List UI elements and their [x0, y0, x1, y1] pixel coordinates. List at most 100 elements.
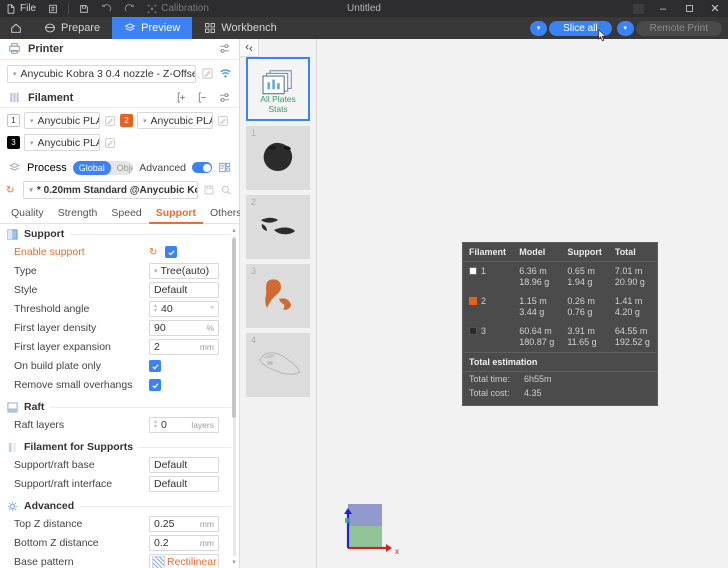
preview-canvas[interactable]: Filament Model Support Total 1 6.36 m 18…: [316, 39, 728, 568]
filament-preset-select[interactable]: ▾ Anycubic PLA: [24, 112, 100, 130]
scrollbar-thumb[interactable]: [232, 238, 236, 418]
wifi-icon[interactable]: [219, 67, 232, 80]
plate-thumbnail-1[interactable]: 1: [246, 126, 310, 190]
printer-preset-select[interactable]: ▾ Anycubic Kobra 3 0.4 nozzle - Z-Offset…: [7, 64, 196, 83]
threshold-angle-stepper[interactable]: ▴ ▾ 40 °: [149, 301, 219, 317]
add-filament-icon[interactable]: [176, 91, 189, 104]
tab-preview-label: Preview: [141, 22, 181, 34]
reset-icon[interactable]: ↻: [6, 185, 14, 196]
on-build-plate-only-checkbox[interactable]: [149, 360, 161, 372]
list-menu-button[interactable]: [42, 0, 64, 17]
top-z-distance-input[interactable]: 0.25 mm: [149, 516, 219, 532]
home-button[interactable]: [0, 17, 32, 39]
filament-preset-select[interactable]: ▾ Anycubic PLA: [137, 112, 213, 130]
scroll-down-icon[interactable]: ▾: [230, 558, 238, 566]
bottom-z-distance-input[interactable]: 0.2 mm: [149, 535, 219, 551]
slice-all-dropdown-icon[interactable]: ▾: [530, 20, 548, 36]
subtab-support[interactable]: Support: [148, 204, 204, 224]
enable-support-checkbox[interactable]: [165, 246, 178, 258]
remote-print-dropdown-icon[interactable]: ▾: [616, 20, 634, 36]
filament-preset-select[interactable]: ▾ Anycubic PLA: [24, 134, 100, 152]
tab-workbench[interactable]: Workbench: [192, 17, 288, 39]
filament-section-title: Filament: [28, 91, 74, 104]
remote-print-label[interactable]: Remote Print: [635, 20, 722, 36]
stats-filament-index: 1: [481, 266, 487, 276]
close-button[interactable]: ✕: [702, 0, 728, 17]
redo-button[interactable]: [118, 0, 141, 17]
sliders-icon[interactable]: [218, 42, 231, 55]
unit-label: mm: [199, 342, 214, 352]
plate-thumbnail-3[interactable]: 3: [246, 264, 310, 328]
maximize-button[interactable]: [676, 0, 702, 17]
reset-icon[interactable]: ↻: [149, 247, 157, 258]
stats-support-cell: 0.65 m 1.94 g: [561, 262, 609, 293]
filament-sliders-icon[interactable]: [218, 91, 231, 104]
app-window: Untitled File Calibration – ✕ Prepare Pr…: [0, 0, 728, 568]
collapse-panel-button[interactable]: [240, 39, 259, 57]
prepare-icon: [44, 22, 56, 34]
filament-color-badge[interactable]: 1: [7, 114, 20, 128]
plate-thumbnail-2[interactable]: 2: [246, 195, 310, 259]
all-plates-line1: All Plates: [260, 94, 296, 104]
file-menu-button[interactable]: File: [0, 0, 42, 17]
toolbar-divider: [68, 3, 70, 14]
scroll-up-icon[interactable]: ▴: [230, 226, 238, 234]
subtab-strength[interactable]: Strength: [51, 204, 105, 224]
param-label: Remove small overhangs: [14, 379, 133, 391]
undo-button[interactable]: [95, 0, 118, 17]
edit-icon[interactable]: [104, 137, 116, 149]
support-raft-interface-input[interactable]: Default: [149, 476, 219, 492]
raft-layers-stepper[interactable]: ▴ ▾ 0 layers: [149, 417, 219, 433]
remote-print-button[interactable]: ▾ Remote Print: [616, 20, 722, 36]
group-title: Support: [24, 228, 65, 240]
tab-preview[interactable]: Preview: [112, 17, 193, 39]
calibration-button[interactable]: Calibration: [141, 0, 215, 17]
tab-prepare[interactable]: Prepare: [32, 17, 112, 39]
stats-model-cell: 6.36 m 18.96 g: [513, 262, 561, 293]
save-button[interactable]: [73, 0, 95, 17]
support-raft-base-input[interactable]: Default: [149, 457, 219, 473]
redo-icon: [124, 3, 135, 14]
support-type-select[interactable]: ▾ Tree(auto): [149, 263, 219, 279]
scope-objects-option[interactable]: Objects: [111, 161, 134, 175]
process-scope-toggle[interactable]: Global Objects: [72, 160, 134, 175]
filament-color-badge[interactable]: 3: [7, 136, 20, 150]
filament-slot-1[interactable]: 1 ▾ Anycubic PLA: [7, 112, 116, 130]
edit-icon[interactable]: [201, 67, 214, 80]
subtab-speed[interactable]: Speed: [104, 204, 148, 224]
title-bar-left-group: File Calibration: [0, 0, 215, 17]
first-layer-density-input[interactable]: 90 %: [149, 320, 219, 336]
compare-icon[interactable]: [218, 161, 231, 174]
base-pattern-select[interactable]: Rectilinear: [149, 554, 219, 568]
spinner-icon[interactable]: ▴ ▾: [154, 419, 157, 430]
advanced-toggle[interactable]: [192, 162, 212, 174]
filament-slot-2[interactable]: 2 ▾ Anycubic PLA: [120, 112, 229, 130]
plate-thumbnail-4[interactable]: 4: [246, 333, 310, 397]
group-rule: [139, 446, 231, 448]
tab-workbench-label: Workbench: [221, 22, 277, 34]
plate-all-plates-stats[interactable]: All Plates Stats: [246, 57, 310, 121]
spinner-icon[interactable]: ▴ ▾: [154, 303, 157, 314]
support-style-input[interactable]: Default: [149, 282, 219, 298]
save-preset-icon[interactable]: [203, 184, 215, 196]
minimize-button[interactable]: –: [650, 0, 676, 17]
parameter-scrollbar[interactable]: ▴ ▾: [230, 226, 238, 566]
subtab-quality[interactable]: Quality: [4, 204, 51, 224]
first-layer-expansion-input[interactable]: 2 mm: [149, 339, 219, 355]
stats-total-length: 1.41 m: [614, 296, 643, 306]
process-preset-select[interactable]: ▾ * 0.20mm Standard @Anycubic Kobra 3 0…: [23, 181, 198, 199]
param-value: ▴ ▾ 40 °: [149, 301, 229, 317]
stats-total-weight: 20.90 g: [614, 277, 645, 287]
filament-color-badge[interactable]: 2: [120, 114, 133, 128]
filament-slot-3[interactable]: 3 ▾ Anycubic PLA: [7, 134, 116, 152]
edit-icon[interactable]: [217, 115, 229, 127]
plate-model-preview: [261, 217, 295, 235]
main-body: Printer ▾ Anycubic Kobra 3 0.4 nozzle - …: [0, 39, 728, 568]
stats-col-support: Support: [561, 243, 609, 262]
scope-global-option[interactable]: Global: [72, 160, 111, 175]
remove-filament-icon[interactable]: [197, 91, 210, 104]
search-icon[interactable]: [220, 184, 232, 196]
support-raft-base-value: Default: [154, 459, 188, 471]
remove-small-overhangs-checkbox[interactable]: [149, 379, 161, 391]
edit-icon[interactable]: [104, 115, 116, 127]
